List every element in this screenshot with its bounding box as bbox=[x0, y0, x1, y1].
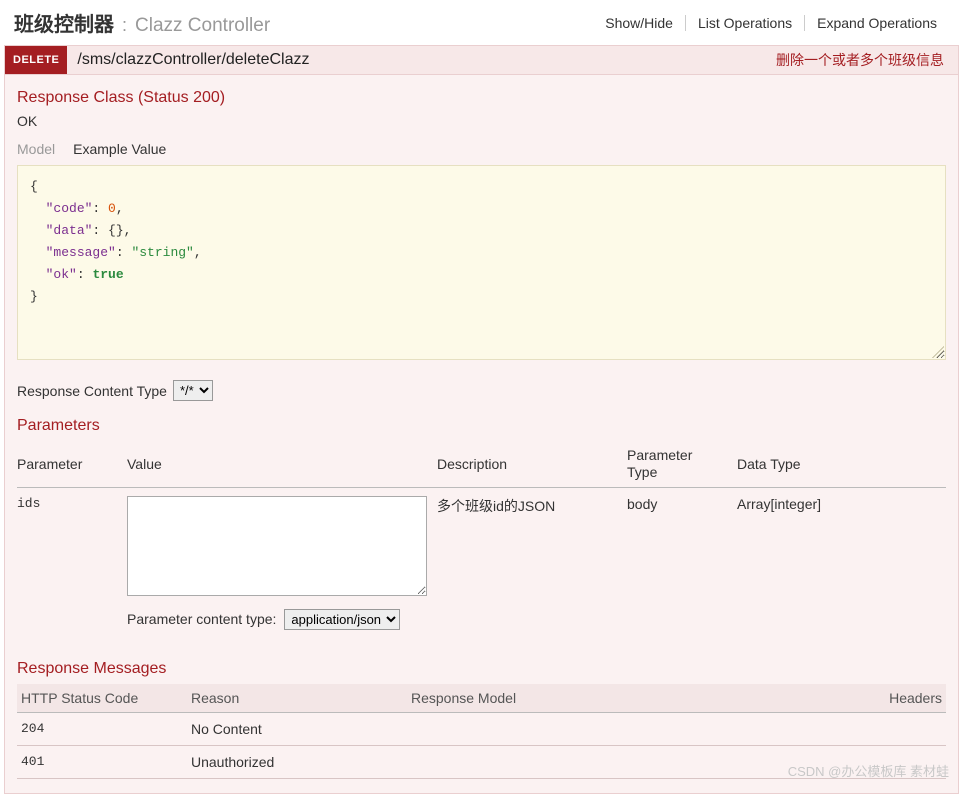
parameters-table: Parameter Value Description ParameterTyp… bbox=[17, 441, 946, 638]
operation-summary: 删除一个或者多个班级信息 bbox=[762, 46, 958, 74]
response-content-type-select[interactable]: */* bbox=[173, 380, 213, 401]
response-content-type-label: Response Content Type bbox=[17, 383, 167, 399]
title-separator: : bbox=[122, 15, 127, 36]
resp-header-model: Response Model bbox=[407, 684, 856, 713]
param-content-type-row: Parameter content type: application/json bbox=[127, 609, 433, 630]
param-description: 多个班级id的JSON bbox=[437, 487, 627, 638]
resp-reason: Unauthorized bbox=[187, 745, 407, 778]
resp-model bbox=[407, 712, 856, 745]
parameters-title: Parameters bbox=[17, 417, 946, 435]
param-type: body bbox=[627, 487, 737, 638]
param-content-type-label: Parameter content type: bbox=[127, 611, 276, 627]
controller-desc: Clazz Controller bbox=[135, 15, 270, 37]
response-content-type-row: Response Content Type */* bbox=[17, 380, 946, 401]
example-json-block[interactable]: { "code": 0, "data": {}, "message": "str… bbox=[17, 165, 946, 360]
response-class-ok: OK bbox=[17, 113, 946, 129]
param-value-input[interactable] bbox=[127, 496, 427, 596]
param-header-datatype: Data Type bbox=[737, 441, 946, 487]
operation-bar[interactable]: DELETE /sms/clazzController/deleteClazz … bbox=[4, 45, 959, 75]
param-row: ids Parameter content type: application/… bbox=[17, 487, 946, 638]
watermark: CSDN @办公模板库 素材蛙 bbox=[788, 761, 949, 780]
operation-path: /sms/clazzController/deleteClazz bbox=[67, 47, 762, 73]
resp-status: 204 bbox=[17, 712, 187, 745]
tab-model[interactable]: Model bbox=[17, 141, 55, 157]
param-datatype: Array[integer] bbox=[737, 487, 946, 638]
resp-header-reason: Reason bbox=[187, 684, 407, 713]
param-header-description: Description bbox=[437, 441, 627, 487]
tab-example-value[interactable]: Example Value bbox=[73, 141, 166, 157]
param-header-type: ParameterType bbox=[627, 441, 737, 487]
response-class-title: Response Class (Status 200) bbox=[17, 89, 946, 107]
resp-headers bbox=[856, 712, 946, 745]
param-content-type-select[interactable]: application/json bbox=[284, 609, 400, 630]
resp-reason: No Content bbox=[187, 712, 407, 745]
http-method-badge: DELETE bbox=[5, 46, 67, 74]
controller-name: 班级控制器 bbox=[14, 8, 114, 37]
resp-header-headers: Headers bbox=[856, 684, 946, 713]
resp-status: 401 bbox=[17, 745, 187, 778]
operation-body: Response Class (Status 200) OK Model Exa… bbox=[4, 75, 959, 794]
response-tabs: Model Example Value bbox=[17, 141, 946, 157]
resp-header-status: HTTP Status Code bbox=[17, 684, 187, 713]
header-operations: Show/Hide List Operations Expand Operati… bbox=[593, 15, 949, 31]
param-header-value: Value bbox=[127, 441, 437, 487]
param-name: ids bbox=[17, 487, 127, 638]
response-messages-title: Response Messages bbox=[17, 660, 946, 678]
show-hide-link[interactable]: Show/Hide bbox=[593, 15, 686, 31]
param-value-cell: Parameter content type: application/json bbox=[127, 487, 437, 638]
controller-header: 班级控制器 : Clazz Controller Show/Hide List … bbox=[0, 0, 963, 43]
param-header-parameter: Parameter bbox=[17, 441, 127, 487]
expand-operations-link[interactable]: Expand Operations bbox=[805, 15, 949, 31]
resp-row: 204 No Content bbox=[17, 712, 946, 745]
list-operations-link[interactable]: List Operations bbox=[686, 15, 805, 31]
controller-title-group: 班级控制器 : Clazz Controller bbox=[14, 8, 270, 37]
